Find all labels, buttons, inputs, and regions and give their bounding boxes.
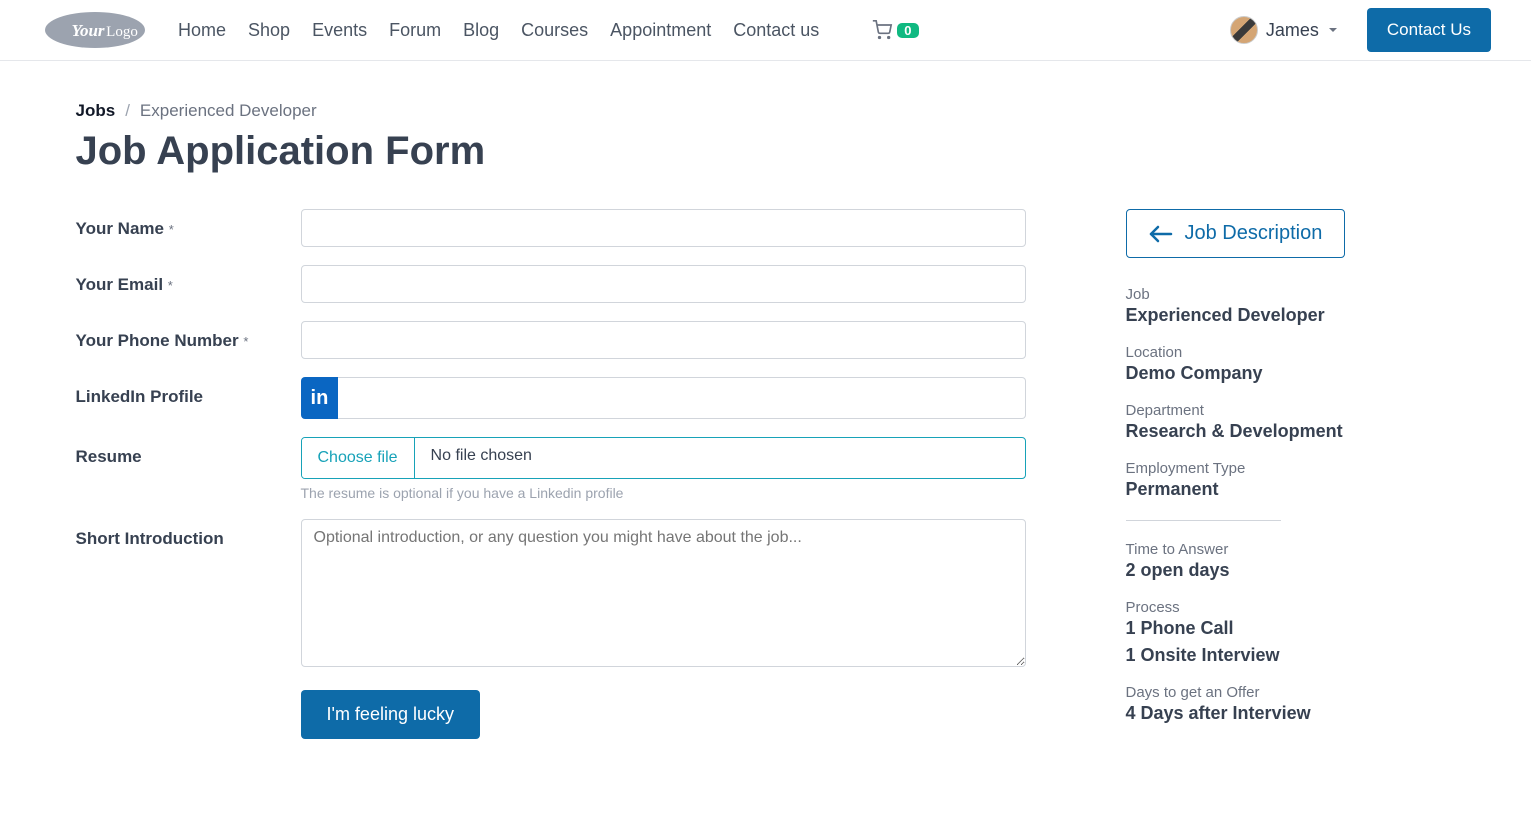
breadcrumb-separator: /	[125, 101, 130, 121]
job-value: Experienced Developer	[1126, 305, 1456, 326]
linkedin-icon: in	[301, 377, 339, 419]
name-label: Your Name *	[76, 209, 301, 239]
intro-label: Short Introduction	[76, 519, 301, 549]
nav-home[interactable]: Home	[178, 20, 226, 41]
offer-days-value: 4 Days after Interview	[1126, 703, 1456, 724]
submit-button[interactable]: I'm feeling lucky	[301, 690, 481, 739]
department-label: Department	[1126, 402, 1456, 419]
resume-label: Resume	[76, 437, 301, 467]
location-label: Location	[1126, 344, 1456, 361]
job-description-button[interactable]: Job Description	[1126, 209, 1346, 258]
application-form: Your Name * Your Email * Your Phone Numb…	[76, 209, 1026, 757]
breadcrumb: Jobs / Experienced Developer	[76, 101, 1456, 121]
arrow-left-icon	[1149, 225, 1173, 243]
cart-button[interactable]: 0	[871, 20, 918, 41]
resume-file-input[interactable]: Choose file No file chosen	[301, 437, 1026, 479]
svg-text:Your: Your	[71, 21, 104, 40]
phone-input[interactable]	[301, 321, 1026, 359]
nav-blog[interactable]: Blog	[463, 20, 499, 41]
email-input[interactable]	[301, 265, 1026, 303]
breadcrumb-current: Experienced Developer	[140, 101, 317, 121]
linkedin-input[interactable]	[338, 377, 1025, 419]
cart-count-badge: 0	[897, 23, 918, 38]
nav-appointment[interactable]: Appointment	[610, 20, 711, 41]
page-title: Job Application Form	[76, 129, 1456, 174]
chevron-down-icon	[1327, 24, 1339, 36]
nav-shop[interactable]: Shop	[248, 20, 290, 41]
time-to-answer-label: Time to Answer	[1126, 541, 1456, 558]
resume-help-text: The resume is optional if you have a Lin…	[301, 485, 1026, 501]
svg-text:Logo: Logo	[106, 24, 138, 40]
sidebar-divider	[1126, 520, 1281, 521]
linkedin-label: LinkedIn Profile	[76, 377, 301, 407]
main-nav: Home Shop Events Forum Blog Courses Appo…	[178, 20, 1202, 41]
intro-textarea[interactable]	[301, 519, 1026, 667]
job-summary-sidebar: Job Description Job Experienced Develope…	[1126, 209, 1456, 757]
contact-us-button[interactable]: Contact Us	[1367, 8, 1491, 52]
nav-contact[interactable]: Contact us	[733, 20, 819, 41]
file-chosen-text: No file chosen	[415, 438, 1025, 478]
user-name-label: James	[1266, 20, 1319, 41]
choose-file-button[interactable]: Choose file	[302, 438, 415, 478]
nav-forum[interactable]: Forum	[389, 20, 441, 41]
employment-type-value: Permanent	[1126, 479, 1456, 500]
process-value-1: 1 Phone Call	[1126, 618, 1456, 639]
site-header: Your Logo Home Shop Events Forum Blog Co…	[0, 0, 1531, 61]
breadcrumb-root[interactable]: Jobs	[76, 101, 116, 121]
phone-label: Your Phone Number *	[76, 321, 301, 351]
user-menu[interactable]: James	[1230, 16, 1339, 44]
process-label: Process	[1126, 599, 1456, 616]
name-input[interactable]	[301, 209, 1026, 247]
location-value: Demo Company	[1126, 363, 1456, 384]
email-label: Your Email *	[76, 265, 301, 295]
site-logo[interactable]: Your Logo	[40, 9, 150, 51]
employment-type-label: Employment Type	[1126, 460, 1456, 477]
nav-courses[interactable]: Courses	[521, 20, 588, 41]
process-value-2: 1 Onsite Interview	[1126, 645, 1456, 666]
cart-icon	[871, 20, 893, 40]
user-avatar	[1230, 16, 1258, 44]
offer-days-label: Days to get an Offer	[1126, 684, 1456, 701]
nav-events[interactable]: Events	[312, 20, 367, 41]
department-value: Research & Development	[1126, 421, 1456, 442]
job-label: Job	[1126, 286, 1456, 303]
time-to-answer-value: 2 open days	[1126, 560, 1456, 581]
